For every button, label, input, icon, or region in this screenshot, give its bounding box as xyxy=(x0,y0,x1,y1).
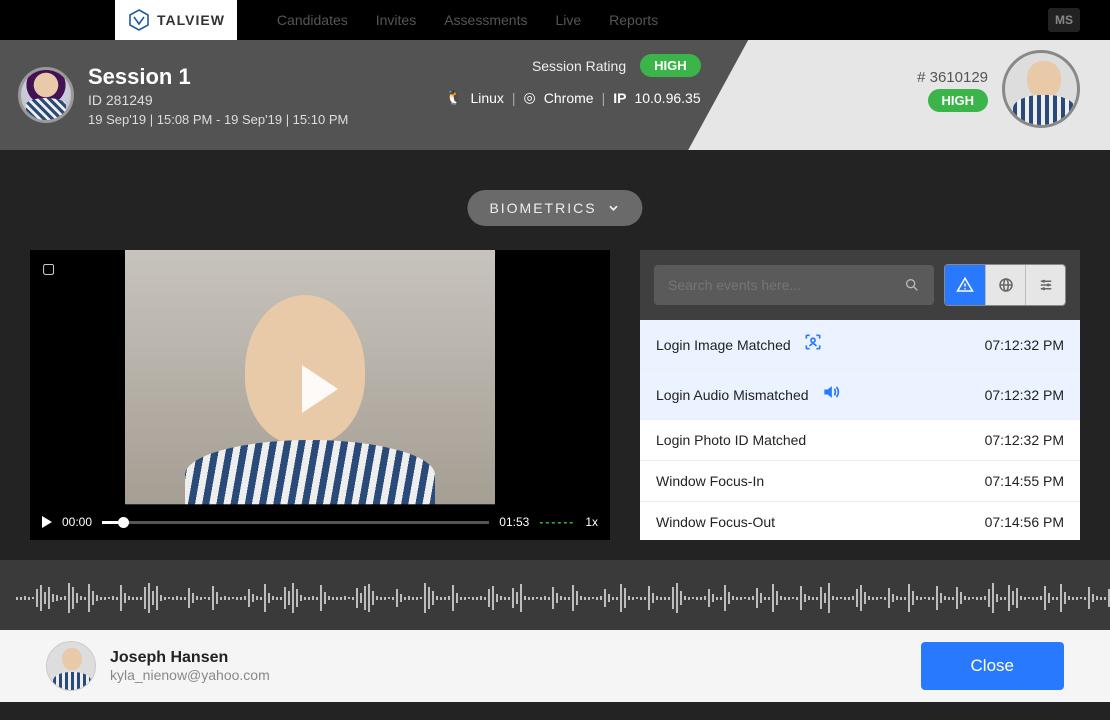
nav-reports[interactable]: Reports xyxy=(609,12,658,28)
progress-bar[interactable] xyxy=(102,521,489,524)
alert-filter-button[interactable] xyxy=(945,265,985,305)
event-time: 07:12:32 PM xyxy=(985,337,1064,353)
events-list[interactable]: Login Image Matched07:12:32 PMLogin Audi… xyxy=(640,320,1080,540)
ip-label: IP xyxy=(613,90,626,106)
rating-label: Session Rating xyxy=(532,58,626,74)
buffer-indicator: ------ xyxy=(539,515,575,529)
linux-icon: 🐧 xyxy=(445,89,462,106)
events-search[interactable] xyxy=(654,265,934,305)
ip-value: 10.0.96.35 xyxy=(634,90,700,106)
event-row[interactable]: Login Image Matched 07:12:32 PM xyxy=(640,320,1080,370)
biometrics-label: BIOMETRICS xyxy=(489,200,596,216)
event-row[interactable]: Login Photo ID Matched 07:12:32 PM xyxy=(640,420,1080,461)
alert-triangle-icon xyxy=(956,276,974,294)
settings-filter-button[interactable] xyxy=(1025,265,1065,305)
candidate-id: # 3610129 xyxy=(917,69,988,86)
nav-invites[interactable]: Invites xyxy=(376,12,416,28)
event-time: 07:12:32 PM xyxy=(985,387,1064,403)
time-current: 00:00 xyxy=(62,515,92,529)
search-icon xyxy=(904,277,920,293)
brand-logo[interactable]: TALVIEW xyxy=(115,0,237,40)
chevron-down-icon xyxy=(607,201,621,215)
os-label: Linux xyxy=(470,90,503,106)
globe-icon xyxy=(997,276,1015,294)
brand-name: TALVIEW xyxy=(157,12,225,28)
session-title: Session 1 xyxy=(88,64,348,90)
browser-label: Chrome xyxy=(544,90,594,106)
event-label: Window Focus-Out xyxy=(656,514,775,530)
play-small-button[interactable] xyxy=(42,516,52,528)
event-row[interactable]: Window Focus-In 07:14:55 PM xyxy=(640,461,1080,502)
event-label: Login Audio Mismatched xyxy=(656,387,809,403)
audio-icon xyxy=(821,382,841,407)
globe-filter-button[interactable] xyxy=(985,265,1025,305)
footer-bar: Joseph Hansen kyla_nienow@yahoo.com Clos… xyxy=(0,630,1110,702)
event-label: Login Photo ID Matched xyxy=(656,432,806,448)
event-time: 07:14:55 PM xyxy=(985,473,1064,489)
video-controls: 00:00 01:53 ------ 1x xyxy=(30,504,610,540)
top-navbar: TALVIEW Candidates Invites Assessments L… xyxy=(0,0,1110,40)
time-duration: 01:53 xyxy=(499,515,529,529)
candidate-avatar xyxy=(1002,50,1080,128)
event-label: Window Focus-In xyxy=(656,473,764,489)
event-time: 07:12:32 PM xyxy=(985,432,1064,448)
sliders-icon xyxy=(1037,276,1055,294)
event-label: Login Image Matched xyxy=(656,337,791,353)
audio-waveform[interactable] xyxy=(0,560,1110,636)
footer-user-email: kyla_nienow@yahoo.com xyxy=(110,667,270,683)
filter-button-group xyxy=(944,264,1066,306)
playback-speed[interactable]: 1x xyxy=(585,515,598,529)
session-avatar xyxy=(18,67,74,123)
session-datetime: 19 Sep'19 | 15:08 PM - 19 Sep'19 | 15:10… xyxy=(88,112,348,127)
session-id: ID 281249 xyxy=(88,92,348,108)
user-initials-badge[interactable]: MS xyxy=(1048,8,1080,32)
candidate-right-panel: # 3610129 HIGH xyxy=(917,50,1080,128)
rating-pill: HIGH xyxy=(640,54,701,77)
nav-candidates[interactable]: Candidates xyxy=(277,12,348,28)
logo-hexagon-icon xyxy=(127,8,151,32)
nav-assessments[interactable]: Assessments xyxy=(444,12,527,28)
session-tech-info: Session Rating HIGH 🐧 Linux | ◎ Chrome |… xyxy=(445,54,701,106)
waveform-bars xyxy=(16,573,1110,623)
close-button[interactable]: Close xyxy=(921,642,1064,690)
modal-overlay: Session 1 ID 281249 19 Sep'19 | 15:08 PM… xyxy=(0,40,1110,720)
footer-user-name: Joseph Hansen xyxy=(110,649,270,667)
video-player[interactable]: ▢ 00:00 01:53 ------ 1x xyxy=(30,250,610,540)
nav-items: Candidates Invites Assessments Live Repo… xyxy=(277,12,658,28)
event-row[interactable]: Login Audio Mismatched 07:12:32 PM xyxy=(640,370,1080,420)
cast-icon[interactable]: ▢ xyxy=(42,260,55,277)
footer-avatar xyxy=(46,641,96,691)
candidate-rating-pill: HIGH xyxy=(928,89,989,112)
face-id-icon xyxy=(803,332,823,357)
search-input[interactable] xyxy=(668,277,904,293)
content-row: ▢ 00:00 01:53 ------ 1x xyxy=(30,250,1080,546)
event-time: 07:14:56 PM xyxy=(985,514,1064,530)
event-row[interactable]: Window Focus-Out 07:14:56 PM xyxy=(640,502,1080,540)
nav-live[interactable]: Live xyxy=(555,12,581,28)
session-header: Session 1 ID 281249 19 Sep'19 | 15:08 PM… xyxy=(0,40,1110,150)
biometrics-dropdown[interactable]: BIOMETRICS xyxy=(467,190,642,226)
chrome-icon: ◎ xyxy=(524,89,536,106)
play-button[interactable] xyxy=(302,365,338,413)
events-panel: Login Image Matched07:12:32 PMLogin Audi… xyxy=(640,250,1080,540)
